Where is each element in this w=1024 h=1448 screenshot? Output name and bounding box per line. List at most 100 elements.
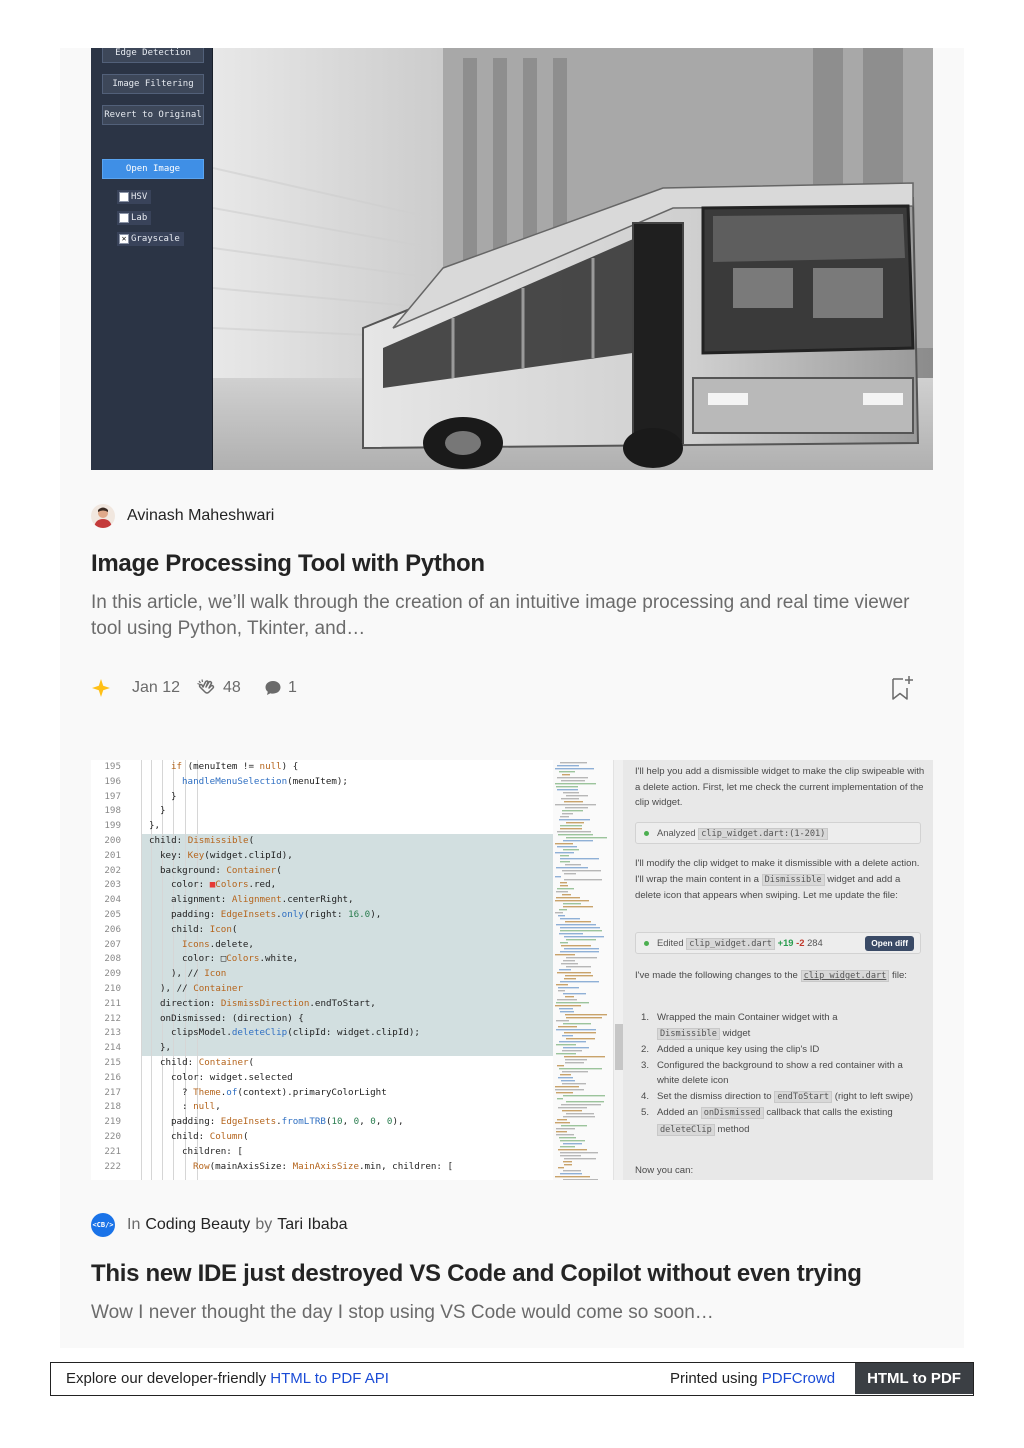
checkbox-unchecked-icon bbox=[119, 192, 129, 202]
minimap-line bbox=[555, 900, 589, 902]
minimap-line bbox=[558, 915, 565, 917]
minimap-line bbox=[558, 987, 579, 989]
lab-label: Lab bbox=[131, 213, 148, 223]
comment-icon[interactable] bbox=[264, 679, 282, 697]
pdfcrowd-link[interactable]: PDFCrowd bbox=[762, 1370, 835, 1387]
revert-original-button: Revert to Original bbox=[102, 105, 204, 125]
minimap-line bbox=[565, 975, 593, 977]
chat-intro: I'll help you add a dismissible widget t… bbox=[635, 766, 925, 808]
footer-right: Printed using PDFCrowd bbox=[670, 1363, 835, 1394]
image-filtering-button: Image Filtering bbox=[102, 74, 204, 94]
minimap-line bbox=[560, 1011, 574, 1013]
article-2-author-row[interactable]: <CB/> In Coding Beauty by Tari Ibaba bbox=[91, 1212, 347, 1238]
minimap-line bbox=[566, 837, 607, 839]
publication-logo[interactable]: <CB/> bbox=[91, 1213, 115, 1237]
minimap-line bbox=[564, 879, 602, 881]
code-line: background: Container( bbox=[160, 864, 282, 876]
changes-list: 1. Wrapped the main Container widget with… bbox=[635, 1010, 925, 1138]
minimap-line bbox=[561, 1080, 575, 1082]
minimap-line bbox=[563, 1023, 591, 1025]
minimap-line bbox=[563, 960, 575, 962]
minimap-line bbox=[560, 882, 567, 884]
pdfcrowd-footer: Explore our developer-friendly HTML to P… bbox=[50, 1362, 974, 1396]
code-line: padding: EdgeInsets.fromLTRB(10, 0, 0, 0… bbox=[171, 1116, 404, 1128]
footer-right-text: Printed using bbox=[670, 1370, 758, 1387]
minimap-line bbox=[561, 780, 585, 782]
html-to-pdf-api-link[interactable]: HTML to PDF API bbox=[270, 1370, 389, 1387]
article-2-subtitle[interactable]: Wow I never thought the day I stop using… bbox=[91, 1300, 931, 1326]
minimap-line bbox=[559, 819, 590, 821]
line-number: 209 bbox=[104, 968, 121, 980]
minimap-line bbox=[561, 1125, 587, 1127]
minimap-line bbox=[556, 786, 578, 788]
minimap-line bbox=[562, 810, 583, 812]
minimap-line bbox=[560, 885, 568, 887]
minimap-line bbox=[555, 804, 596, 806]
minimap-line bbox=[561, 945, 591, 947]
minimap-line bbox=[557, 1065, 564, 1067]
minimap-line bbox=[563, 1143, 582, 1145]
minimap-line bbox=[556, 897, 580, 899]
minimap-line bbox=[563, 1170, 581, 1172]
line-number: 221 bbox=[104, 1145, 121, 1157]
code-line: padding: EdgeInsets.only(right: 16.0), bbox=[171, 909, 382, 920]
tool-sidebar-panel: Edge Detection Image Filtering Revert to… bbox=[91, 48, 213, 470]
line-number: 196 bbox=[104, 775, 121, 787]
author-name[interactable]: Tari Ibaba bbox=[277, 1216, 347, 1234]
minimap-line bbox=[565, 921, 591, 923]
bookmark-add-icon[interactable] bbox=[889, 674, 915, 702]
open-image-button: Open Image bbox=[102, 159, 204, 179]
minimap-line bbox=[560, 762, 587, 764]
minimap-line bbox=[560, 1146, 575, 1148]
line-number: 222 bbox=[104, 1160, 121, 1172]
minimap-line bbox=[555, 912, 563, 914]
minimap-line bbox=[563, 792, 579, 794]
minimap-line bbox=[565, 996, 574, 998]
article-1-title[interactable]: Image Processing Tool with Python bbox=[91, 550, 485, 578]
minimap-line bbox=[558, 1167, 564, 1169]
minimap-line bbox=[555, 768, 594, 770]
article-2-thumbnail[interactable]: 195 196 197 198 199 200 201 202 203 204 205 206 207 2… bbox=[91, 760, 933, 1180]
minimap-line bbox=[563, 840, 593, 842]
minimap-line bbox=[560, 927, 600, 929]
chat-modify-text: I'll modify the clip widget to make it d… bbox=[635, 858, 920, 901]
editor-scrollbar bbox=[613, 760, 623, 1180]
minimap-line bbox=[565, 1062, 584, 1064]
publication-name[interactable]: Coding Beauty bbox=[145, 1216, 250, 1234]
minimap-line bbox=[562, 1110, 582, 1112]
article-1-thumbnail[interactable]: Edge Detection Image Filtering Revert to… bbox=[91, 48, 933, 470]
line-number: 206 bbox=[104, 923, 121, 935]
article-1-subtitle[interactable]: In this article, we’ll walk through the … bbox=[91, 590, 931, 642]
article-2-title[interactable]: This new IDE just destroyed VS Code and … bbox=[91, 1260, 862, 1288]
minimap-line bbox=[555, 783, 596, 785]
author-name[interactable]: Avinash Maheshwari bbox=[127, 507, 274, 525]
code-line: }, bbox=[149, 820, 161, 832]
minimap-line bbox=[556, 1131, 567, 1133]
minimap-line bbox=[566, 957, 597, 959]
minimap-line bbox=[558, 834, 593, 836]
minimap-line bbox=[562, 1071, 588, 1073]
html-to-pdf-button[interactable]: HTML to PDF bbox=[855, 1363, 973, 1394]
minimap-line bbox=[560, 1074, 571, 1076]
minimap-line bbox=[562, 1083, 586, 1085]
article-1-author-row[interactable]: Avinash Maheshwari bbox=[91, 503, 274, 529]
person-avatar-icon bbox=[91, 504, 115, 528]
minimap-line bbox=[559, 969, 571, 971]
minimap-line bbox=[559, 1008, 573, 1010]
grayscale-label: Grayscale bbox=[131, 234, 180, 244]
line-number: 211 bbox=[104, 997, 121, 1009]
line-number: 195 bbox=[104, 761, 121, 772]
minimap-line bbox=[562, 1035, 573, 1037]
clap-icon[interactable] bbox=[196, 678, 216, 698]
code-line: child: Container( bbox=[160, 1057, 255, 1068]
minimap-line bbox=[561, 798, 579, 800]
author-avatar[interactable] bbox=[91, 504, 115, 528]
minimap-line bbox=[556, 1029, 596, 1031]
code-lines: if (menuItem != null) {handleMenuSelecti… bbox=[141, 760, 553, 1180]
minimap-line bbox=[557, 789, 578, 791]
minimap-line bbox=[566, 939, 596, 941]
line-number: 216 bbox=[104, 1071, 121, 1083]
minimap-line bbox=[557, 765, 579, 767]
minimap-line bbox=[562, 1050, 582, 1052]
member-star-icon bbox=[92, 679, 110, 697]
